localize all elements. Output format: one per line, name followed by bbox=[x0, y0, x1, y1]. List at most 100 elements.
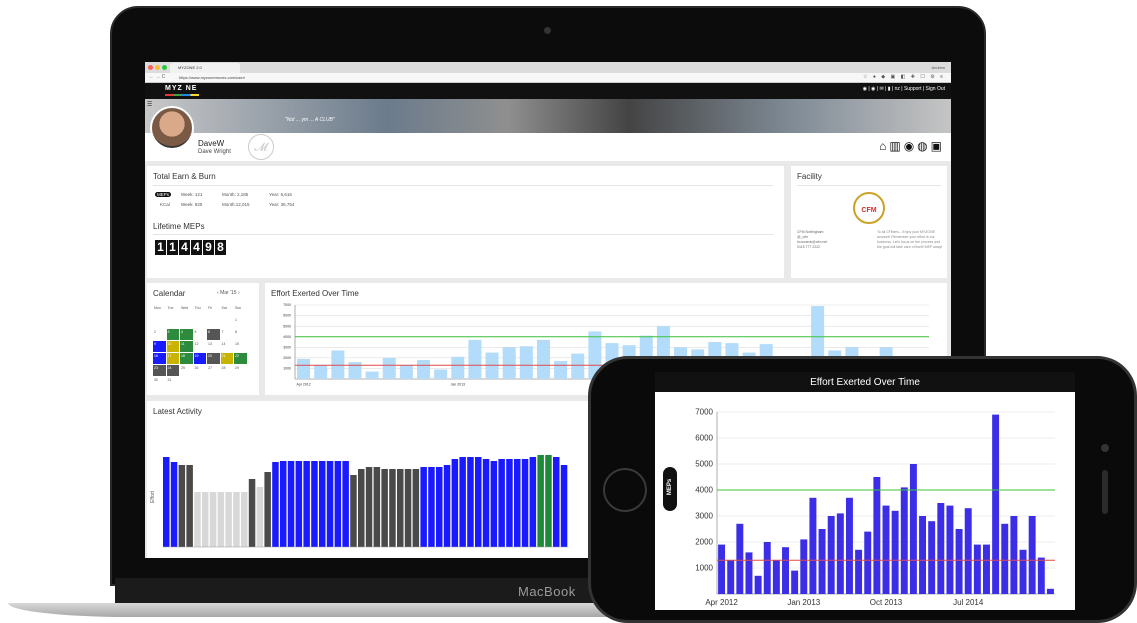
activity-bar bbox=[521, 459, 529, 547]
calendar-day bbox=[167, 317, 180, 328]
support-signout-links[interactable]: | Support | Sign Out bbox=[901, 86, 945, 92]
effort-bar bbox=[973, 544, 981, 594]
effort-bar bbox=[873, 477, 881, 594]
activity-bar bbox=[373, 467, 381, 547]
calendar-day[interactable]: 28 bbox=[221, 365, 234, 376]
activity-bar bbox=[443, 465, 451, 547]
calendar-day[interactable]: 24 bbox=[166, 365, 179, 376]
y-tick-label: 4000 bbox=[283, 335, 291, 339]
calendar-day[interactable]: 19 bbox=[193, 353, 206, 364]
calendar-day[interactable]: 7 bbox=[221, 329, 234, 340]
facility-phone: 0115 777 2222 bbox=[797, 245, 821, 249]
calendar-day[interactable]: 6 bbox=[207, 329, 220, 340]
digit: 4 bbox=[179, 240, 190, 255]
calendar-day[interactable]: 20 bbox=[207, 353, 220, 364]
calendar-day[interactable]: 1 bbox=[234, 317, 247, 328]
banner-text: "Not ... ym ... A CLUB" bbox=[285, 117, 335, 123]
calendar-day[interactable]: 30 bbox=[153, 377, 166, 388]
calendar-day[interactable]: 11 bbox=[180, 341, 193, 352]
home-icon[interactable]: ⌂ bbox=[879, 139, 889, 153]
facility-logo[interactable]: CFM bbox=[853, 192, 885, 224]
calendar-day[interactable]: 26 bbox=[194, 365, 207, 376]
myzone-watermark-icon: 𝓜 bbox=[248, 134, 274, 160]
calendar-panel: Calendar ‹ Mar '15 › Mon Tue Wed Thu Fri Sat S… bbox=[147, 283, 259, 395]
y-tick-label: 5000 bbox=[283, 324, 291, 328]
activity-bar bbox=[287, 461, 295, 547]
y-tick-label: 3000 bbox=[695, 512, 713, 521]
browser-tab[interactable]: MYZONE 2.0 bbox=[170, 63, 240, 73]
calendar-day bbox=[194, 317, 207, 328]
calendar-weekday: Tue bbox=[167, 306, 174, 310]
calendar-day[interactable]: 18 bbox=[180, 353, 193, 364]
facility-panel: Facility CFM CFM Nottingham @_cfm hcoone… bbox=[791, 166, 947, 278]
kcal-label: KCal bbox=[160, 202, 170, 207]
activity-bar bbox=[319, 461, 326, 547]
calendar-day[interactable]: 17 bbox=[166, 353, 179, 364]
menu-icon[interactable]: ☰ bbox=[147, 101, 152, 108]
calendar-day[interactable]: 29 bbox=[234, 365, 247, 376]
activity-bar bbox=[529, 457, 537, 547]
calendar-day[interactable]: 8 bbox=[234, 329, 247, 340]
stats-icon[interactable]: ▥ bbox=[889, 139, 903, 153]
effort-bar bbox=[909, 464, 917, 594]
effort-bar bbox=[451, 356, 465, 379]
calendar-day[interactable]: 13 bbox=[207, 341, 220, 352]
effort-bar bbox=[782, 547, 789, 594]
calendar-day[interactable]: 4 bbox=[180, 329, 193, 340]
activity-bar bbox=[389, 469, 396, 547]
full-name: Dave Wright bbox=[198, 149, 231, 155]
header-icons[interactable]: ◉ | ◉ | ✉ | ▮ | nz bbox=[863, 86, 902, 92]
minimize-window-icon[interactable] bbox=[155, 65, 160, 70]
calendar-day[interactable]: 12 bbox=[194, 341, 207, 352]
calendar-day[interactable]: 25 bbox=[180, 365, 193, 376]
browser-extension-icons[interactable]: ☆ ● ◆ ▣ ◧ ✚ ☐ ⚙ ≡ bbox=[863, 74, 945, 80]
x-tick-label: Oct 2013 bbox=[870, 598, 903, 607]
meps-year: Year: 6,616 bbox=[269, 192, 292, 197]
phone-home-button[interactable] bbox=[603, 468, 647, 512]
activity-bar bbox=[163, 457, 170, 547]
lifetime-meps-title: Lifetime MEPs bbox=[153, 222, 205, 231]
calendar-day[interactable]: 14 bbox=[221, 341, 234, 352]
effort-bar bbox=[983, 544, 990, 594]
facility-title: Facility bbox=[797, 172, 822, 181]
avatar[interactable] bbox=[150, 106, 194, 150]
myzone-logo[interactable]: MYZ NE bbox=[165, 85, 197, 92]
nav-arrows-icon[interactable]: ← → C bbox=[149, 74, 165, 80]
myzone-icon[interactable]: ◉ bbox=[904, 139, 917, 153]
effort-bar bbox=[331, 350, 345, 379]
close-window-icon[interactable] bbox=[148, 65, 153, 70]
activity-bar bbox=[553, 457, 560, 547]
top-links[interactable]: ◉ | ◉ | ✉ | ▮ | nz | Support | Sign Out bbox=[863, 86, 945, 92]
nav-icons: ⌂▥◉◍▣ bbox=[879, 139, 945, 153]
calendar-day[interactable]: 15 bbox=[234, 341, 247, 352]
effort-bar bbox=[992, 414, 1000, 594]
activity-bar bbox=[342, 461, 349, 547]
kcal-year: Year: 36,754 bbox=[269, 202, 295, 207]
digit: 9 bbox=[203, 240, 214, 255]
calendar-day[interactable]: 27 bbox=[207, 365, 220, 376]
calendar-day[interactable]: 3 bbox=[166, 329, 179, 340]
activity-bar bbox=[482, 459, 490, 547]
calendar-day[interactable]: 9 bbox=[153, 341, 166, 352]
calendar-day[interactable]: 31 bbox=[167, 377, 180, 388]
url-field[interactable]: https://www.myzonemoves.com/user/ bbox=[179, 75, 245, 80]
digit: 1 bbox=[167, 240, 178, 255]
maximize-window-icon[interactable] bbox=[162, 65, 167, 70]
calendar-day[interactable]: 16 bbox=[153, 353, 166, 364]
browser-user[interactable]: Andrew bbox=[931, 62, 945, 73]
calendar-day[interactable]: 21 bbox=[220, 353, 233, 364]
digit: 4 bbox=[191, 240, 202, 255]
phone-front-camera bbox=[1101, 444, 1109, 452]
calendar-day[interactable]: 10 bbox=[166, 341, 179, 352]
scale-icon[interactable]: ▣ bbox=[931, 139, 945, 153]
calendar-day[interactable]: 23 bbox=[153, 365, 166, 376]
facility-info: CFM Nottingham @_cfm hcooneuk@cfm.net 01… bbox=[797, 230, 827, 250]
activity-bar bbox=[459, 457, 466, 547]
calendar-month-nav[interactable]: ‹ Mar '15 › bbox=[217, 290, 240, 296]
browser-tab-bar: MYZONE 2.0 Andrew bbox=[145, 62, 951, 73]
calendar-day[interactable]: 22 bbox=[234, 353, 247, 364]
calendar-day[interactable]: 2 bbox=[153, 329, 166, 340]
effort-bar bbox=[845, 497, 853, 594]
globe-icon[interactable]: ◍ bbox=[917, 139, 930, 153]
calendar-day[interactable]: 5 bbox=[194, 329, 207, 340]
